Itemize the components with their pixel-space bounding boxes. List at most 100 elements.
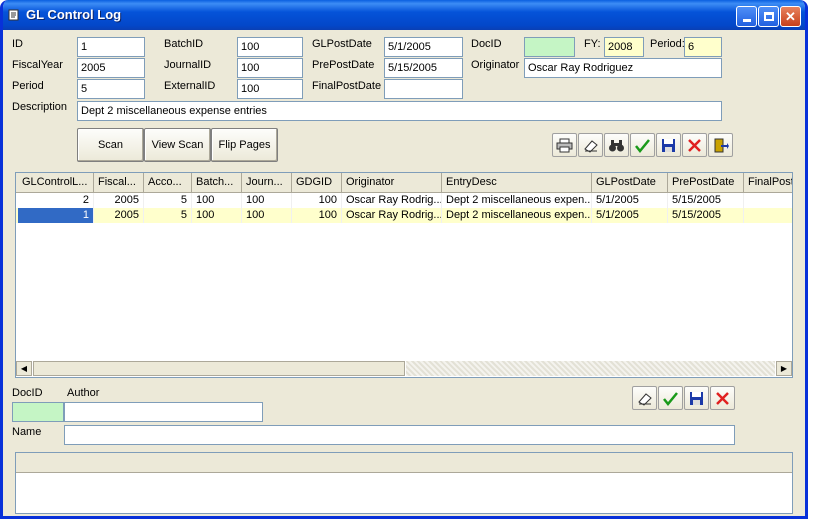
cell-glpostdate: 5/1/2005 bbox=[592, 193, 668, 208]
delete-x-icon bbox=[716, 391, 729, 405]
batchid-label: BatchID bbox=[164, 38, 204, 50]
print-button[interactable] bbox=[552, 133, 577, 157]
period-field[interactable]: 5 bbox=[77, 79, 145, 99]
save-disk-icon bbox=[662, 138, 675, 152]
cell-finalpostdate bbox=[744, 193, 792, 208]
printer-icon bbox=[556, 138, 573, 152]
glpostdate-label: GLPostDate bbox=[312, 38, 372, 50]
cell-journalid: 100 bbox=[242, 193, 292, 208]
period2-field[interactable]: 6 bbox=[684, 37, 722, 57]
clear-button[interactable] bbox=[578, 133, 603, 157]
period-label: Period bbox=[12, 80, 44, 92]
col-header-glcontrollogid[interactable]: GLControlL... bbox=[18, 173, 94, 193]
col-header-entrydesc[interactable]: EntryDesc bbox=[442, 173, 592, 193]
scroll-right-button[interactable]: ▶ bbox=[776, 361, 792, 376]
delete-button[interactable] bbox=[682, 133, 707, 157]
docid-field[interactable] bbox=[524, 37, 575, 57]
doc-docid-field[interactable] bbox=[12, 402, 64, 422]
author-field[interactable] bbox=[64, 402, 263, 422]
window-title: GL Control Log bbox=[26, 7, 122, 22]
grid-header: GLControlL... Fiscal... Acco... Batch...… bbox=[16, 173, 792, 193]
maximize-button[interactable] bbox=[758, 6, 779, 27]
id-field[interactable]: 1 bbox=[77, 37, 145, 57]
col-header-originator[interactable]: Originator bbox=[342, 173, 442, 193]
fiscalyear-label: FiscalYear bbox=[12, 59, 63, 71]
exit-button[interactable] bbox=[708, 133, 733, 157]
eraser-icon bbox=[584, 139, 598, 153]
description-label: Description bbox=[12, 101, 68, 113]
accept-button[interactable] bbox=[630, 133, 655, 157]
description-field[interactable]: Dept 2 miscellaneous expense entries bbox=[77, 101, 722, 121]
cell-fiscalyear: 2005 bbox=[94, 208, 144, 223]
doc-accept-button[interactable] bbox=[658, 386, 683, 410]
id-label: ID bbox=[12, 38, 23, 50]
close-button[interactable]: ✕ bbox=[780, 6, 801, 27]
cell-prepostdate: 5/15/2005 bbox=[668, 193, 744, 208]
title-bar[interactable]: GL Control Log ✕ bbox=[3, 0, 805, 30]
cell-glcontrollogid: 1 bbox=[18, 208, 94, 223]
minimize-icon bbox=[742, 19, 751, 22]
document-grid-header bbox=[16, 453, 792, 473]
minimize-button[interactable] bbox=[736, 6, 757, 27]
cell-finalpostdate bbox=[744, 208, 792, 223]
externalid-label: ExternalID bbox=[164, 80, 216, 92]
externalid-field[interactable]: 100 bbox=[237, 79, 303, 99]
col-header-fiscalyear[interactable]: Fiscal... bbox=[94, 173, 144, 193]
col-header-gdgid[interactable]: GDGID bbox=[292, 173, 342, 193]
cell-account: 5 bbox=[144, 208, 192, 223]
gl-control-grid[interactable]: GLControlL... Fiscal... Acco... Batch...… bbox=[15, 172, 793, 378]
cell-originator: Oscar Ray Rodrig... bbox=[342, 193, 442, 208]
col-header-finalpostdate[interactable]: FinalPost bbox=[744, 173, 792, 193]
batchid-field[interactable]: 100 bbox=[237, 37, 303, 57]
finalpostdate-label: FinalPostDate bbox=[312, 80, 382, 92]
col-header-glpostdate[interactable]: GLPostDate bbox=[592, 173, 668, 193]
cell-batchid: 100 bbox=[192, 208, 242, 223]
app-icon bbox=[8, 9, 19, 21]
save-button[interactable] bbox=[656, 133, 681, 157]
name-label: Name bbox=[12, 426, 42, 438]
finalpostdate-field[interactable] bbox=[384, 79, 463, 99]
originator-field[interactable]: Oscar Ray Rodriguez bbox=[524, 58, 722, 78]
table-row[interactable]: 1 2005 5 100 100 100 Oscar Ray Rodrig...… bbox=[16, 208, 792, 223]
doc-delete-button[interactable] bbox=[710, 386, 735, 410]
doc-save-button[interactable] bbox=[684, 386, 709, 410]
fiscalyear-field[interactable]: 2005 bbox=[77, 58, 145, 78]
view-scan-button[interactable]: View Scan bbox=[144, 128, 211, 162]
scroll-thumb[interactable] bbox=[33, 361, 405, 376]
journalid-field[interactable]: 100 bbox=[237, 58, 303, 78]
find-button[interactable] bbox=[604, 133, 629, 157]
flip-pages-button[interactable]: Flip Pages bbox=[211, 128, 278, 162]
document-grid[interactable] bbox=[15, 452, 793, 514]
author-label: Author bbox=[67, 387, 100, 399]
cell-glpostdate: 5/1/2005 bbox=[592, 208, 668, 223]
cell-entrydesc: Dept 2 miscellaneous expen... bbox=[442, 208, 592, 223]
col-header-journalid[interactable]: Journ... bbox=[242, 173, 292, 193]
fy-field[interactable]: 2008 bbox=[604, 37, 644, 57]
cell-gdgid: 100 bbox=[292, 193, 342, 208]
arrow-right-icon: ▶ bbox=[780, 364, 788, 373]
eraser-icon bbox=[638, 392, 652, 406]
maximize-icon bbox=[763, 12, 774, 21]
horizontal-scrollbar[interactable]: ◀ ▶ bbox=[16, 360, 792, 377]
save-disk-icon bbox=[690, 391, 703, 405]
checkmark-icon bbox=[663, 391, 678, 406]
app-window: GL Control Log ✕ ID 1 FiscalYear 2005 Pe… bbox=[0, 0, 808, 519]
doc-clear-button[interactable] bbox=[632, 386, 657, 410]
cell-journalid: 100 bbox=[242, 208, 292, 223]
name-field[interactable] bbox=[64, 425, 735, 445]
scroll-track[interactable] bbox=[406, 361, 775, 376]
col-header-batchid[interactable]: Batch... bbox=[192, 173, 242, 193]
exit-door-icon bbox=[714, 138, 729, 152]
table-row[interactable]: 2 2005 5 100 100 100 Oscar Ray Rodrig...… bbox=[16, 193, 792, 208]
scroll-left-button[interactable]: ◀ bbox=[16, 361, 32, 376]
col-header-prepostdate[interactable]: PrePostDate bbox=[668, 173, 744, 193]
prepostdate-field[interactable]: 5/15/2005 bbox=[384, 58, 463, 78]
close-icon: ✕ bbox=[785, 8, 796, 24]
cell-prepostdate: 5/15/2005 bbox=[668, 208, 744, 223]
prepostdate-label: PrePostDate bbox=[312, 59, 375, 71]
scan-button[interactable]: Scan bbox=[77, 128, 144, 162]
col-header-account[interactable]: Acco... bbox=[144, 173, 192, 193]
glpostdate-field[interactable]: 5/1/2005 bbox=[384, 37, 463, 57]
cell-entrydesc: Dept 2 miscellaneous expen... bbox=[442, 193, 592, 208]
originator-label: Originator bbox=[471, 59, 520, 71]
